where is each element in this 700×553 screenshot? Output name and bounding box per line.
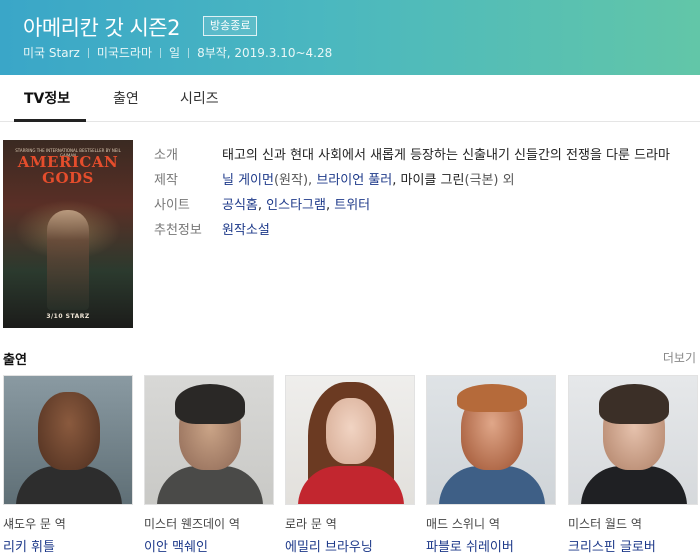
meta-episodes: 8부작, 2019.3.10~4.28 (197, 46, 333, 60)
page-title: 아메리칸 갓 시즌2 (23, 16, 180, 40)
cast-card[interactable]: 미스터 월드 역 크리스핀 글로버 (568, 375, 698, 553)
photo-hair (457, 384, 527, 412)
creator-role: (원작), (273, 173, 317, 188)
poster-title-line2: GODS (42, 169, 94, 187)
cast-actor-name[interactable]: 크리스핀 글로버 (568, 536, 698, 553)
cast-role: 섀도우 문 역 (3, 517, 66, 531)
photo-hair (599, 384, 669, 424)
intro-text: 태고의 신과 현대 사회에서 새롭게 등장하는 신출내기 신들간의 전쟁을 다룬… (222, 148, 670, 163)
info-row-production: 제작 닐 게이먼(원작), 브라이언 풀러, 마이클 그린(극본) 외 (154, 171, 684, 191)
poster-title: AMERICAN GODS (3, 154, 133, 186)
official-site-link[interactable]: 공식홈 (222, 198, 258, 213)
cast-photo[interactable] (285, 375, 415, 505)
tab-cast[interactable]: 출연 (113, 88, 139, 108)
show-poster[interactable]: STARRING THE INTERNATIONAL BESTSELLER BY… (3, 140, 133, 328)
intro-label: 소개 (154, 148, 178, 163)
recommend-value: 원작소설 (222, 221, 684, 241)
tab-series[interactable]: 시리즈 (180, 88, 219, 108)
info-row-intro: 소개 태고의 신과 현대 사회에서 새롭게 등장하는 신출내기 신들간의 전쟁을… (154, 146, 684, 166)
show-info: 소개 태고의 신과 현대 사회에서 새롭게 등장하는 신출내기 신들간의 전쟁을… (154, 146, 684, 246)
recommend-label: 추천정보 (154, 223, 202, 238)
photo-body (439, 466, 545, 504)
production-value: 닐 게이먼(원작), 브라이언 풀러, 마이클 그린(극본) 외 (222, 171, 684, 191)
show-meta: 미국 Starz 미국드라마 일 8부작, 2019.3.10~4.28 (23, 44, 332, 61)
cast-role: 로라 문 역 (285, 517, 337, 531)
tab-bar: TV정보 출연 시리즈 (0, 75, 700, 122)
cast-role: 매드 스위니 역 (426, 517, 500, 531)
cast-role: 미스터 월드 역 (568, 517, 642, 531)
cast-card[interactable]: 매드 스위니 역 파블로 쉬레이버 (426, 375, 556, 553)
poster-figure-art (47, 210, 89, 310)
status-badge: 방송종료 (203, 16, 258, 36)
writer-name[interactable]: 마이클 그린 (401, 173, 465, 188)
original-novel-link[interactable]: 원작소설 (222, 223, 270, 238)
poster-title-line1: AMERICAN (17, 153, 119, 171)
photo-body (581, 466, 687, 504)
cast-role: 미스터 웬즈데이 역 (144, 517, 240, 531)
info-row-site: 사이트 공식홈, 인스타그램, 트위터 (154, 196, 684, 216)
site-separator: , (325, 198, 335, 213)
cast-photo[interactable] (3, 375, 133, 505)
photo-hair (175, 384, 245, 424)
cast-list: 섀도우 문 역 리키 휘틀 미스터 웬즈데이 역 이안 맥쉐인 로라 문 역 에… (3, 375, 700, 553)
cast-card[interactable]: 로라 문 역 에밀리 브라우닝 (285, 375, 415, 553)
active-tab-indicator (14, 119, 86, 122)
cast-card[interactable]: 미스터 웬즈데이 역 이안 맥쉐인 (144, 375, 274, 553)
photo-body (157, 466, 263, 504)
site-links: 공식홈, 인스타그램, 트위터 (222, 196, 684, 216)
title-banner: 아메리칸 갓 시즌2 방송종료 미국 Starz 미국드라마 일 8부작, 20… (0, 0, 700, 75)
cast-photo[interactable] (144, 375, 274, 505)
meta-day: 일 (169, 46, 181, 60)
cast-more-link[interactable]: 더보기 (663, 349, 696, 366)
production-label: 제작 (154, 173, 178, 188)
site-label: 사이트 (154, 198, 190, 213)
poster-caption: 3/10 STARZ (46, 313, 90, 320)
tab-tv-info[interactable]: TV정보 (24, 88, 70, 108)
meta-divider (188, 47, 190, 58)
meta-divider (87, 47, 89, 58)
production-separator: , (392, 173, 401, 188)
creator-link[interactable]: 닐 게이먼 (222, 173, 274, 188)
cast-photo[interactable] (568, 375, 698, 505)
writer-role: (극본) 외 (464, 173, 515, 188)
meta-genre[interactable]: 미국드라마 (97, 44, 152, 61)
photo-body (16, 466, 122, 504)
cast-actor-name[interactable]: 이안 맥쉐인 (144, 536, 274, 553)
cast-photo[interactable] (426, 375, 556, 505)
site-separator: , (257, 198, 267, 213)
info-row-recommend: 추천정보 원작소설 (154, 221, 684, 241)
producer-link[interactable]: 브라이언 풀러 (316, 173, 392, 188)
photo-face (326, 398, 376, 464)
twitter-link[interactable]: 트위터 (334, 198, 370, 213)
cast-card[interactable]: 섀도우 문 역 리키 휘틀 (3, 375, 133, 553)
meta-divider (160, 47, 162, 58)
instagram-link[interactable]: 인스타그램 (266, 198, 326, 213)
meta-network[interactable]: 미국 Starz (23, 44, 80, 61)
cast-actor-name[interactable]: 에밀리 브라우닝 (285, 536, 415, 553)
photo-face (38, 392, 100, 470)
cast-actor-name[interactable]: 파블로 쉬레이버 (426, 536, 556, 553)
cast-section-title: 출연 (3, 353, 27, 368)
cast-actor-name[interactable]: 리키 휘틀 (3, 536, 133, 553)
